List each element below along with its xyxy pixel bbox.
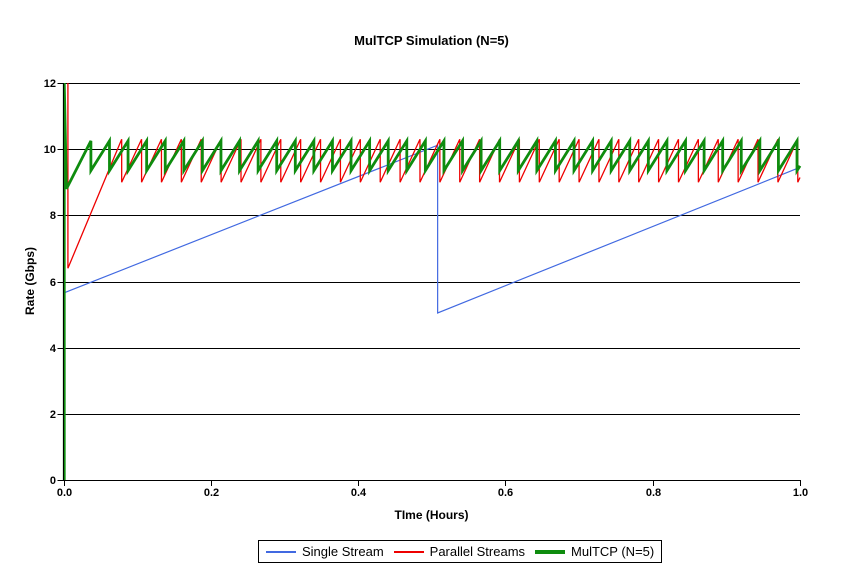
legend-label-multcp: MulTCP (N=5): [571, 544, 654, 559]
parallel-streams-line-sample: [394, 551, 424, 553]
multcp-line-sample: [535, 550, 565, 554]
axes: [58, 83, 801, 486]
x-tick-label-0.8: 0.8: [624, 486, 684, 500]
series-line-parallel-streams: [68, 83, 800, 268]
y-tick-label-4: 4: [0, 342, 56, 356]
x-tick-label-0.4: 0.4: [329, 486, 389, 500]
chart-figure: MulTCP Simulation (N=5) 024681012 0.00.2…: [0, 0, 847, 582]
legend: Single Stream Parallel Streams MulTCP (N…: [258, 540, 662, 563]
legend-label-parallel-streams: Parallel Streams: [430, 544, 525, 559]
y-tick-label-8: 8: [0, 209, 56, 223]
x-tick-label-0.6: 0.6: [476, 486, 536, 500]
x-tick-label-1.0: 1.0: [771, 486, 831, 500]
legend-label-single-stream: Single Stream: [302, 544, 384, 559]
y-tick-label-2: 2: [0, 408, 56, 422]
x-tick-label-0.0: 0.0: [35, 486, 95, 500]
y-axis-title: Rate (Gbps): [23, 247, 37, 315]
series-line-single-stream: [64, 145, 801, 313]
y-tick-label-12: 12: [0, 77, 56, 91]
y-tick-label-10: 10: [0, 143, 56, 157]
data-series: [64, 83, 801, 480]
x-tick-label-0.2: 0.2: [182, 486, 242, 500]
legend-item-single-stream: Single Stream: [266, 544, 384, 559]
legend-item-multcp: MulTCP (N=5): [535, 544, 654, 559]
series-line-multcp-n-5-: [64, 83, 800, 480]
legend-item-parallel-streams: Parallel Streams: [394, 544, 525, 559]
x-axis-title: TIme (Hours): [63, 508, 800, 522]
plot-area: [0, 0, 847, 582]
single-stream-line-sample: [266, 551, 296, 553]
